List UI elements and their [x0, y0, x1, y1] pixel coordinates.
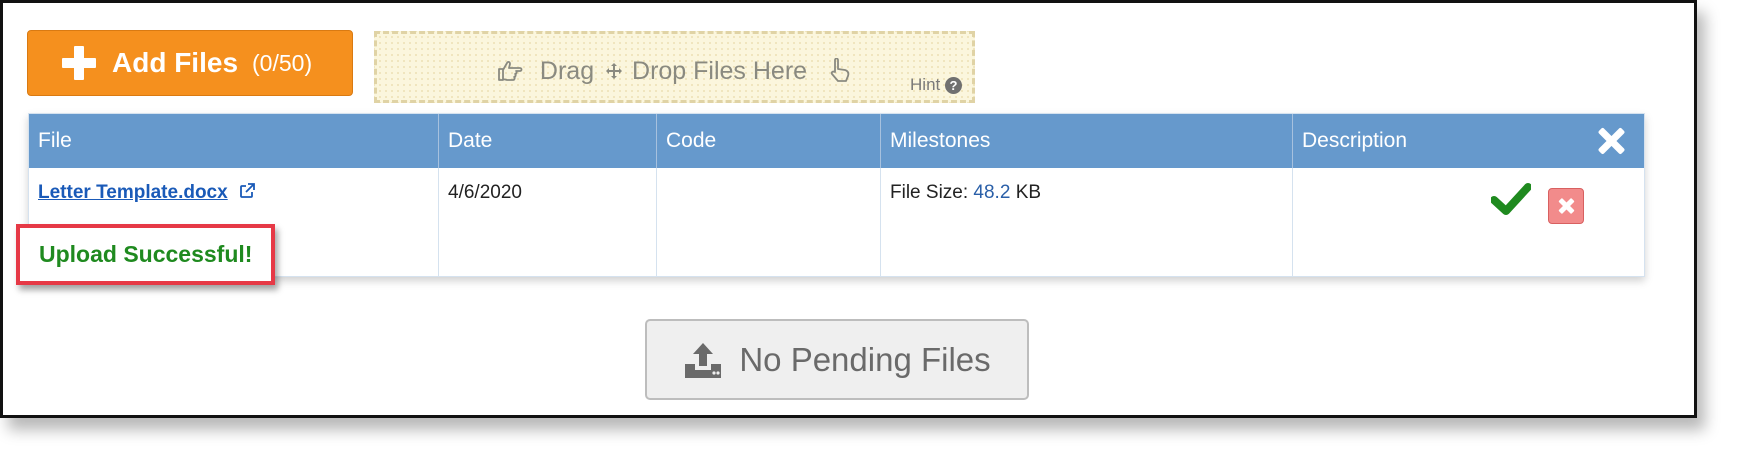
- column-header-milestones: Milestones: [881, 114, 1293, 168]
- file-size-label: File Size:: [890, 182, 969, 203]
- plus-icon: [62, 46, 96, 80]
- add-files-label: Add Files: [112, 47, 239, 78]
- add-files-count: (0/50): [252, 49, 313, 76]
- code-cell: [657, 168, 881, 276]
- close-icon[interactable]: [1598, 127, 1626, 155]
- column-header-code: Code: [657, 114, 881, 168]
- upload-icon: [685, 342, 722, 378]
- question-circle-icon: ?: [945, 77, 962, 95]
- date-cell: 4/6/2020: [439, 168, 657, 276]
- hint-label: Hint: [910, 75, 941, 94]
- checkmark-icon: [1491, 183, 1531, 215]
- description-cell: [1293, 168, 1646, 276]
- column-header-description: Description: [1302, 129, 1408, 152]
- dropzone-drag-text: Drag: [539, 56, 595, 85]
- file-size-value: 48.2: [973, 182, 1011, 203]
- move-arrows-icon: [606, 63, 623, 80]
- drop-zone[interactable]: Drag Drop Files Here Hint ?: [374, 31, 975, 103]
- add-files-button[interactable]: Add Files (0/50): [27, 30, 353, 96]
- pointing-hand-right-icon: [498, 61, 523, 82]
- pointing-hand-left-icon: [830, 58, 850, 83]
- external-link-icon[interactable]: [239, 183, 255, 199]
- no-pending-files-button[interactable]: No Pending Files: [645, 319, 1029, 400]
- column-header-file: File: [29, 114, 439, 168]
- upload-panel: Add Files (0/50) Drag Drop Files Here Hi…: [0, 0, 1697, 418]
- table-header: File Date Code Milestones Description: [29, 114, 1644, 168]
- delete-icon[interactable]: [1548, 188, 1584, 224]
- file-size-unit: KB: [1015, 182, 1042, 203]
- dropzone-drop-text: Drop Files Here: [632, 56, 808, 85]
- pending-label: No Pending Files: [739, 340, 991, 378]
- milestones-cell: File Size: 48.2 KB: [881, 168, 1293, 276]
- hint-link[interactable]: Hint ?: [910, 75, 962, 95]
- upload-status: Upload Successful!: [16, 224, 275, 285]
- file-name-link[interactable]: Letter Template.docx: [38, 182, 228, 203]
- column-header-date: Date: [439, 114, 657, 168]
